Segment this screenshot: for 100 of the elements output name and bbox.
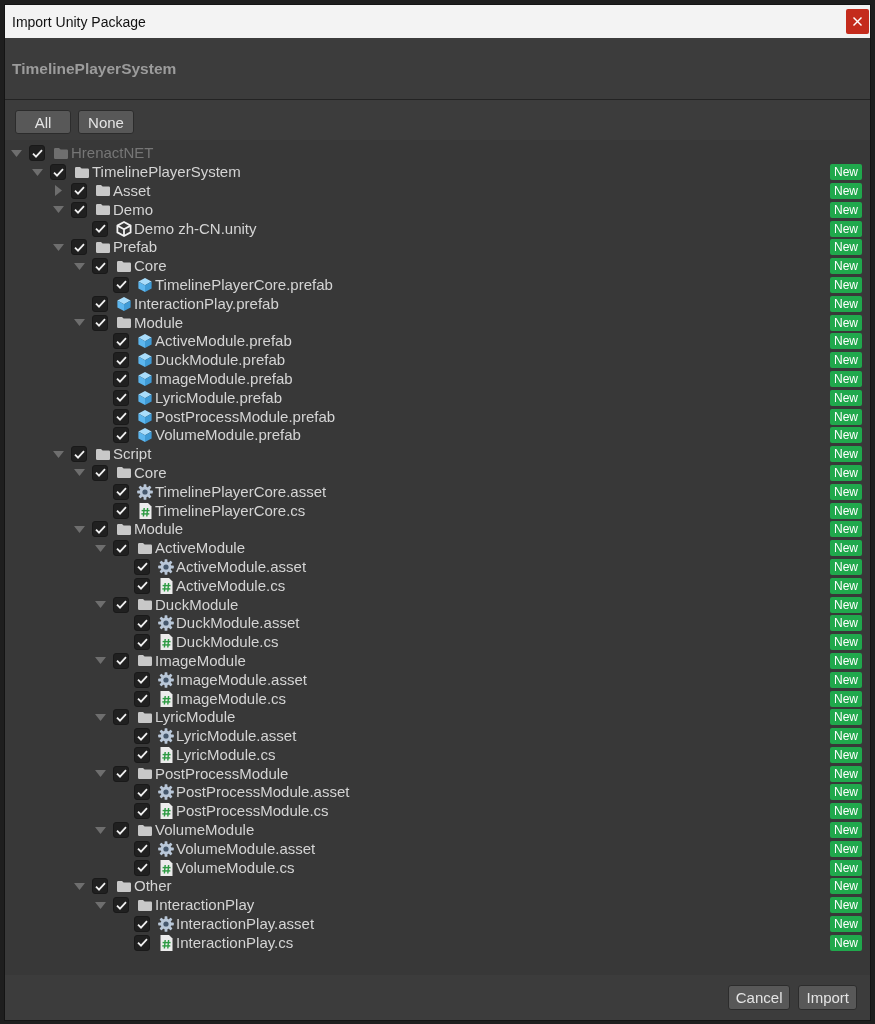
check-icon (94, 224, 106, 234)
new-badge: New (830, 295, 862, 312)
new-badge: New (830, 427, 862, 444)
cube-icon (137, 389, 153, 406)
document-hash-icon (159, 859, 173, 876)
check-icon (94, 524, 106, 534)
new-badge: New (830, 878, 862, 895)
new-badge: New (830, 483, 862, 500)
check-icon (115, 487, 127, 497)
new-badge: New (830, 615, 862, 632)
new-badge: New (830, 897, 862, 914)
check-icon (115, 543, 127, 553)
check-icon (52, 167, 64, 177)
new-badge: New (830, 352, 862, 369)
new-badge: New (830, 333, 862, 350)
check-icon (115, 656, 127, 666)
folder-icon (138, 542, 152, 554)
new-badge: New (830, 822, 862, 839)
select-none-button[interactable]: None (78, 110, 134, 134)
check-icon (136, 863, 148, 873)
folder-icon (75, 166, 89, 178)
check-icon (136, 788, 148, 797)
new-badge: New (830, 784, 862, 801)
folder-icon (138, 711, 152, 723)
import-button[interactable]: Import (798, 985, 857, 1010)
check-icon (73, 205, 85, 215)
new-badge: New (830, 577, 862, 594)
check-icon (115, 769, 127, 779)
new-badge: New (830, 558, 862, 575)
folder-icon (138, 599, 152, 610)
check-icon (115, 374, 127, 384)
check-icon (115, 900, 127, 910)
cube-icon (137, 352, 153, 369)
cube-icon (137, 408, 153, 425)
package-name: TimelinePlayerSystem (12, 59, 177, 78)
select-all-button[interactable]: All (15, 110, 71, 134)
check-icon (115, 600, 127, 609)
check-icon (73, 449, 85, 459)
cube-icon (116, 295, 132, 312)
document-hash-icon (159, 577, 173, 594)
new-badge: New (830, 370, 862, 387)
gear-icon (158, 558, 174, 575)
check-icon (115, 412, 127, 422)
folder-icon (96, 448, 110, 460)
check-icon (115, 393, 127, 403)
folder-icon (96, 241, 110, 253)
new-badge: New (830, 464, 862, 481)
new-badge: New (830, 220, 862, 237)
gear-icon (158, 615, 174, 632)
folder-icon (138, 899, 152, 911)
cube-icon (137, 370, 153, 387)
new-badge: New (830, 746, 862, 763)
new-badge: New (830, 521, 862, 538)
new-badge: New (830, 652, 862, 669)
check-icon (115, 712, 127, 722)
check-icon (136, 694, 148, 703)
new-badge: New (830, 446, 862, 463)
cube-icon (137, 427, 153, 444)
check-icon (94, 318, 106, 328)
new-badge: New (830, 258, 862, 275)
gear-icon (158, 916, 174, 933)
new-badge: New (830, 540, 862, 557)
check-icon (73, 186, 85, 196)
check-icon (136, 637, 148, 647)
document-hash-icon (159, 634, 173, 651)
document-hash-icon (159, 746, 173, 763)
new-badge: New (830, 164, 862, 181)
document-hash-icon (138, 502, 152, 519)
folder-icon (138, 768, 152, 780)
new-badge: New (830, 916, 862, 933)
close-button[interactable] (846, 9, 869, 34)
close-icon (853, 17, 862, 26)
new-badge: New (830, 239, 862, 256)
check-icon (136, 618, 148, 628)
new-badge: New (830, 840, 862, 857)
check-icon (94, 468, 106, 478)
folder-icon (117, 523, 131, 535)
check-icon (136, 581, 148, 591)
gear-icon (158, 840, 174, 857)
cube-icon (137, 276, 153, 293)
folder-icon (117, 260, 131, 272)
new-badge: New (830, 803, 862, 820)
check-icon (136, 806, 148, 816)
check-icon (136, 750, 148, 760)
folder-icon (117, 880, 131, 892)
new-badge: New (830, 709, 862, 726)
folder-icon (117, 317, 131, 329)
new-badge: New (830, 765, 862, 782)
cancel-button[interactable]: Cancel (727, 985, 791, 1010)
document-hash-icon (159, 934, 173, 951)
new-badge: New (830, 389, 862, 406)
check-icon (115, 280, 127, 290)
new-badge: New (830, 408, 862, 425)
folder-icon (117, 467, 131, 479)
check-icon (115, 430, 127, 440)
check-icon (94, 881, 106, 891)
check-icon (136, 938, 148, 948)
check-icon (136, 844, 148, 854)
document-hash-icon (159, 690, 173, 707)
new-badge: New (830, 671, 862, 688)
